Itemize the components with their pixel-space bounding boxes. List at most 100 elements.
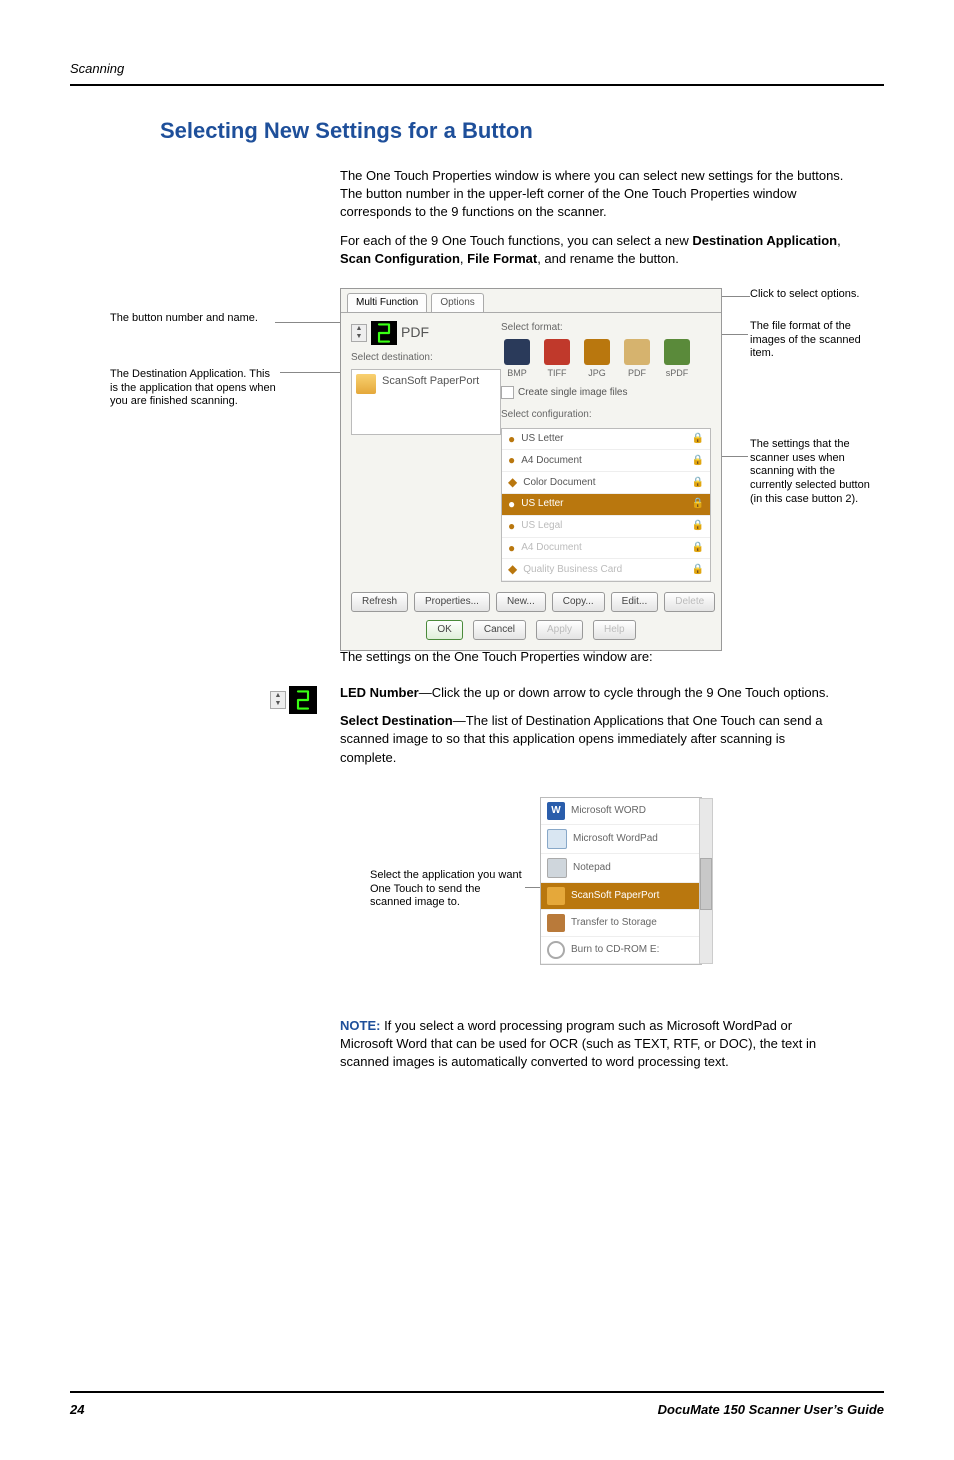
- copy-button[interactable]: Copy...: [552, 592, 605, 612]
- config-item-label: Quality Business Card: [523, 563, 622, 577]
- led-digit-icon: [295, 690, 311, 710]
- chevron-down-icon[interactable]: ▼: [271, 700, 285, 708]
- properties-button[interactable]: Properties...: [414, 592, 490, 612]
- intro-p2-b1: Destination Application: [692, 233, 837, 248]
- dest-list-item[interactable]: Transfer to Storage: [541, 910, 701, 937]
- bullet-icon: ●: [508, 431, 515, 448]
- dialog-tabs: Multi Function Options: [341, 289, 721, 312]
- annot-button-name: The button number and name.: [110, 312, 275, 326]
- lock-icon: 🔒: [692, 432, 704, 446]
- led-number-2: [289, 686, 317, 714]
- diamond-icon: ◆: [508, 561, 517, 578]
- dest-list-label: Microsoft WORD: [571, 804, 646, 818]
- lock-icon: 🔒: [692, 541, 704, 555]
- dest-list-item[interactable]: ScanSoft PaperPort: [541, 883, 701, 910]
- config-item[interactable]: ●US Legal🔒: [502, 516, 710, 538]
- led-label-t: —Click the up or down arrow to cycle thr…: [419, 685, 829, 700]
- intro-p2-suffix: , and rename the button.: [537, 251, 679, 266]
- led-standalone: ▲ ▼: [270, 686, 317, 714]
- create-single-label: Create single image files: [518, 386, 628, 400]
- bullet-icon: ●: [508, 496, 515, 513]
- dest-list-label: Transfer to Storage: [571, 916, 657, 930]
- page-number: 24: [70, 1401, 84, 1419]
- dest-list-item[interactable]: Burn to CD-ROM E:: [541, 937, 701, 964]
- dest-list-label: ScanSoft PaperPort: [571, 889, 659, 903]
- select-dest-label: Select destination:: [351, 351, 501, 365]
- tab-multifunction[interactable]: Multi Function: [347, 293, 427, 312]
- dest-list-item[interactable]: Notepad: [541, 854, 701, 883]
- folder-icon: [356, 374, 376, 394]
- fmt-spdf-label: sPDF: [666, 367, 689, 380]
- config-item-label: US Letter: [521, 497, 563, 511]
- create-single-row[interactable]: Create single image files: [501, 386, 711, 400]
- chevron-up-icon[interactable]: ▲: [352, 325, 366, 333]
- fmt-tiff[interactable]: TIFF: [541, 339, 573, 380]
- lock-icon: 🔒: [692, 497, 704, 511]
- annot-click-opts: Click to select options.: [750, 288, 860, 302]
- fmt-tiff-label: TIFF: [548, 367, 567, 380]
- note-label: NOTE:: [340, 1018, 380, 1033]
- led-box: ▲ ▼ PDF: [351, 321, 501, 345]
- config-item[interactable]: ◆Quality Business Card🔒: [502, 559, 710, 581]
- dest-list-item[interactable]: W Microsoft WORD: [541, 798, 701, 825]
- config-list[interactable]: ●US Letter🔒●A4 Document🔒◆Color Document🔒…: [501, 428, 711, 583]
- config-item[interactable]: ◆Color Document🔒: [502, 472, 710, 494]
- config-item-label: A4 Document: [521, 541, 582, 555]
- fmt-jpg[interactable]: JPG: [581, 339, 613, 380]
- note-text: NOTE: If you select a word processing pr…: [340, 1017, 844, 1072]
- lock-icon: 🔒: [692, 454, 704, 468]
- dialog-buttons-row2: OK Cancel Apply Help: [351, 620, 711, 640]
- config-item-label: A4 Document: [521, 454, 582, 468]
- intro-block: The One Touch Properties window is where…: [340, 167, 844, 268]
- bullet-icon: ●: [508, 540, 515, 557]
- dest-list[interactable]: ScanSoft PaperPort: [351, 369, 501, 435]
- scrollbar-thumb[interactable]: [700, 858, 712, 910]
- format-icons: BMP TIFF JPG PDF sPDF: [501, 339, 711, 380]
- annot-settings: The settings that the scanner uses when …: [750, 438, 880, 507]
- chevron-up-icon[interactable]: ▲: [271, 692, 285, 700]
- dest-list-label: Notepad: [573, 861, 611, 875]
- intro-p2-m1: ,: [837, 233, 841, 248]
- fmt-bmp[interactable]: BMP: [501, 339, 533, 380]
- note-body: If you select a word processing program …: [340, 1018, 816, 1069]
- section-title: Selecting New Settings for a Button: [70, 116, 884, 147]
- help-button[interactable]: Help: [593, 620, 636, 640]
- new-button[interactable]: New...: [496, 592, 546, 612]
- lock-icon: 🔒: [692, 476, 704, 490]
- delete-button[interactable]: Delete: [664, 592, 715, 612]
- dest-fig-annot: Select the application you want One Touc…: [370, 869, 525, 910]
- app-icon: W: [547, 802, 565, 820]
- led-number: [371, 321, 397, 345]
- led-spinner-2[interactable]: ▲ ▼: [270, 691, 286, 709]
- checkbox-icon[interactable]: [501, 386, 514, 399]
- diagram: The button number and name. The Destinat…: [70, 288, 884, 628]
- led-spinner[interactable]: ▲ ▼: [351, 324, 367, 342]
- intro-p1: The One Touch Properties window is where…: [340, 167, 844, 222]
- chevron-down-icon[interactable]: ▼: [352, 333, 366, 341]
- lock-icon: 🔒: [692, 519, 704, 533]
- dest-box[interactable]: W Microsoft WORD Microsoft WordPad Notepad S…: [540, 797, 702, 965]
- config-item[interactable]: ● A4 Document 🔒: [502, 538, 710, 560]
- bullet-icon: ●: [508, 452, 515, 469]
- dest-list-item[interactable]: Microsoft WordPad: [541, 825, 701, 854]
- fmt-spdf[interactable]: sPDF: [661, 339, 693, 380]
- intro-p2-prefix: For each of the 9 One Touch functions, y…: [340, 233, 692, 248]
- ok-button[interactable]: OK: [426, 620, 462, 640]
- cancel-button[interactable]: Cancel: [473, 620, 526, 640]
- fmt-bmp-label: BMP: [507, 367, 527, 380]
- config-item[interactable]: ● A4 Document 🔒: [502, 450, 710, 472]
- refresh-button[interactable]: Refresh: [351, 592, 408, 612]
- dest-app-name: ScanSoft PaperPort: [382, 374, 479, 389]
- config-item[interactable]: ●US Letter🔒: [502, 429, 710, 451]
- config-item[interactable]: ● US Letter 🔒: [502, 494, 710, 516]
- config-item-label: Color Document: [523, 476, 595, 490]
- fmt-pdf[interactable]: PDF: [621, 339, 653, 380]
- edit-button[interactable]: Edit...: [611, 592, 659, 612]
- apply-button[interactable]: Apply: [536, 620, 583, 640]
- annot-file-format: The file format of the images of the sca…: [750, 320, 870, 361]
- sd-label-b: Select Destination: [340, 713, 453, 728]
- app-icon: [547, 914, 565, 932]
- tab-options[interactable]: Options: [431, 293, 483, 312]
- app-icon: [547, 858, 567, 878]
- intro-p2-b3: File Format: [467, 251, 537, 266]
